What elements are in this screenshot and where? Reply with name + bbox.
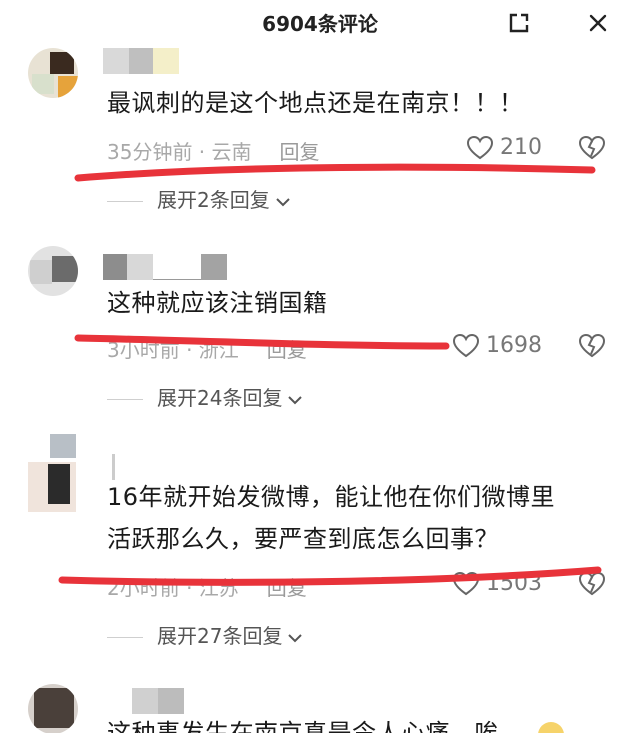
comment-time-location: 3小时前 · 浙江 <box>107 338 239 362</box>
like-button[interactable]: 1698 <box>452 332 562 360</box>
expand-replies-label: 展开2条回复 <box>157 188 270 212</box>
expand-replies-button[interactable]: 展开2条回复 <box>107 186 292 214</box>
comment-time-location: 2小时前 · 江苏 <box>107 576 239 600</box>
comments-count-title: 6904条评论 <box>262 12 378 36</box>
divider <box>107 637 143 638</box>
comment-item: 这种就应该注销国籍 3小时前 · 浙江 回复 1698 展开24条回复 <box>0 246 640 426</box>
avatar[interactable] <box>28 684 78 733</box>
heart-icon <box>466 135 494 160</box>
chevron-down-icon <box>288 633 303 642</box>
heart-icon <box>452 571 480 596</box>
comment-text: 最讽刺的是这个地点还是在南京！！！ <box>107 89 524 117</box>
expand-replies-button[interactable]: 展开24条回复 <box>107 384 304 412</box>
username-blurred[interactable] <box>103 48 179 74</box>
expand-replies-label: 展开24条回复 <box>157 386 283 410</box>
avatar[interactable] <box>28 434 76 512</box>
chevron-down-icon <box>288 395 303 404</box>
broken-heart-icon[interactable] <box>578 570 606 598</box>
divider <box>107 201 143 202</box>
comment-text-line2: 活跃那么久，要严查到底怎么回事？ <box>107 525 499 553</box>
comment-text: 这种就应该注销国籍 <box>107 289 328 317</box>
avatar[interactable] <box>28 246 78 296</box>
comment-item: 最讽刺的是这个地点还是在南京！！！ 35分钟前 · 云南 回复 210 展开2条回… <box>0 48 640 228</box>
heart-icon <box>452 333 480 358</box>
expand-replies-button[interactable]: 展开27条回复 <box>107 622 304 650</box>
comment-text: 这种事发生在南京真是令人心痛，唉 <box>107 719 499 733</box>
like-button[interactable]: 210 <box>466 134 556 162</box>
divider <box>107 399 143 400</box>
emoji <box>538 722 564 733</box>
expand-replies-label: 展开27条回复 <box>157 624 283 648</box>
comment-item: 16年就开始发微博，能让他在你们微博里 活跃那么久，要严查到底怎么回事？ 2小时… <box>0 432 640 652</box>
comment-meta: 3小时前 · 浙江 回复 <box>107 334 307 363</box>
like-count: 1698 <box>486 333 542 358</box>
comment-meta: 2小时前 · 江苏 回复 <box>107 572 307 601</box>
comment-time-location: 35分钟前 · 云南 <box>107 140 252 164</box>
expand-icon[interactable] <box>508 12 530 34</box>
reply-button[interactable]: 回复 <box>280 140 320 164</box>
reply-button[interactable]: 回复 <box>267 576 307 600</box>
username-blurred[interactable] <box>112 688 184 714</box>
comment-text-line1: 16年就开始发微博，能让他在你们微博里 <box>107 483 556 511</box>
username-blurred[interactable] <box>112 454 115 480</box>
comments-header: 6904条评论 <box>0 0 640 44</box>
chevron-down-icon <box>276 197 290 206</box>
like-button[interactable]: 1503 <box>452 570 562 598</box>
close-icon[interactable] <box>588 13 608 33</box>
broken-heart-icon[interactable] <box>578 134 606 162</box>
comment-item: 这种事发生在南京真是令人心痛，唉 <box>0 684 640 733</box>
like-count: 210 <box>500 135 542 160</box>
comment-meta: 35分钟前 · 云南 回复 <box>107 136 320 165</box>
username-blurred[interactable] <box>103 254 227 280</box>
broken-heart-icon[interactable] <box>578 332 606 360</box>
avatar[interactable] <box>28 48 78 98</box>
reply-button[interactable]: 回复 <box>267 338 307 362</box>
like-count: 1503 <box>486 571 542 596</box>
